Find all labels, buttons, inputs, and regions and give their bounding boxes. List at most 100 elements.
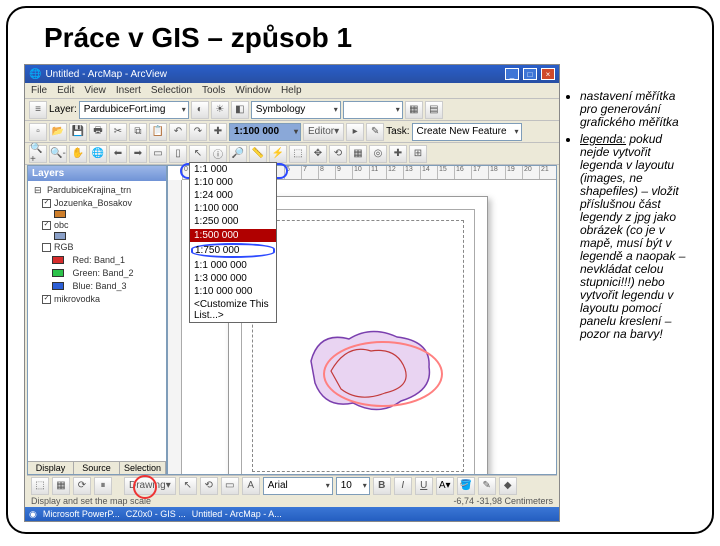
- toc-tab-source[interactable]: Source: [74, 462, 120, 474]
- georef-5[interactable]: ◎: [369, 145, 387, 163]
- layer-item[interactable]: RGB: [42, 241, 164, 253]
- select-features-button[interactable]: ▭: [149, 145, 167, 163]
- edit-tool-button[interactable]: ▸: [346, 123, 364, 141]
- transparency-button[interactable]: ◧: [231, 101, 249, 119]
- layer-combo[interactable]: PardubiceFort.img: [79, 101, 189, 119]
- georef-6[interactable]: ✚: [389, 145, 407, 163]
- menu-insert[interactable]: Insert: [116, 85, 141, 96]
- refresh-button[interactable]: ⟳: [73, 477, 91, 495]
- cut-button[interactable]: ✂: [109, 123, 127, 141]
- menu-window[interactable]: Window: [235, 85, 271, 96]
- font-combo[interactable]: Arial: [263, 477, 333, 495]
- scale-option[interactable]: 1:1 000 000: [190, 259, 276, 272]
- georef-7[interactable]: ⊞: [409, 145, 427, 163]
- open-button[interactable]: 📂: [49, 123, 67, 141]
- scale-option-custom[interactable]: <Customize This List...>: [190, 298, 276, 322]
- pause-draw-button[interactable]: ⏸: [94, 477, 112, 495]
- georef-4[interactable]: ▦: [349, 145, 367, 163]
- symbology-combo[interactable]: Symbology: [251, 101, 341, 119]
- add-data-button[interactable]: ✚: [209, 123, 227, 141]
- map-data-frame[interactable]: [252, 220, 464, 472]
- find-button[interactable]: 🔎: [229, 145, 247, 163]
- sketch-tool-button[interactable]: ✎: [366, 123, 384, 141]
- scale-option-highlighted[interactable]: 1:750 000: [191, 243, 275, 258]
- save-button[interactable]: 💾: [69, 123, 87, 141]
- new-text-tool[interactable]: A: [242, 477, 260, 495]
- layout-view-button[interactable]: ▦: [52, 477, 70, 495]
- next-extent-button[interactable]: ➡: [129, 145, 147, 163]
- new-button[interactable]: ▫: [29, 123, 47, 141]
- editor-button[interactable]: Editor ▾: [303, 123, 344, 141]
- contrast-button[interactable]: ◐: [191, 101, 209, 119]
- layer-checkbox[interactable]: ✓: [42, 199, 51, 208]
- underline-button[interactable]: U: [415, 477, 433, 495]
- scale-dropdown-list[interactable]: 1:1 000 1:10 000 1:24 000 1:100 000 1:25…: [189, 162, 277, 323]
- scale-option[interactable]: 1:500 000: [190, 229, 276, 242]
- menu-edit[interactable]: Edit: [57, 85, 74, 96]
- window-close-button[interactable]: ×: [541, 68, 555, 80]
- paste-button[interactable]: 📋: [149, 123, 167, 141]
- layer-checkbox[interactable]: ✓: [42, 295, 51, 304]
- italic-button[interactable]: I: [394, 477, 412, 495]
- copy-button[interactable]: ⧉: [129, 123, 147, 141]
- select-elements-button[interactable]: ↖: [189, 145, 207, 163]
- toc-tab-selection[interactable]: Selection: [120, 462, 166, 474]
- taskbar-item[interactable]: CZ0x0 - GIS ...: [126, 509, 186, 519]
- menu-selection[interactable]: Selection: [151, 85, 192, 96]
- effects-button[interactable]: ≡: [29, 101, 47, 119]
- task-combo[interactable]: Create New Feature: [412, 123, 522, 141]
- window-minimize-button[interactable]: _: [505, 68, 519, 80]
- identify-button[interactable]: ⓘ: [209, 145, 227, 163]
- full-extent-button[interactable]: 🌐: [89, 145, 107, 163]
- scale-option[interactable]: 1:100 000: [190, 202, 276, 215]
- brightness-button[interactable]: ☀: [211, 101, 229, 119]
- scale-option[interactable]: 1:1 000: [190, 163, 276, 176]
- font-size-combo[interactable]: 10: [336, 477, 370, 495]
- menu-help[interactable]: Help: [281, 85, 302, 96]
- taskbar-item[interactable]: Microsoft PowerP...: [43, 509, 120, 519]
- georef-1[interactable]: ⬚: [289, 145, 307, 163]
- prev-extent-button[interactable]: ⬅: [109, 145, 127, 163]
- start-button[interactable]: ◉: [29, 509, 37, 520]
- data-view-button[interactable]: ⬚: [31, 477, 49, 495]
- scale-option[interactable]: 1:10 000: [190, 176, 276, 189]
- select-elements-tool[interactable]: ↖: [179, 477, 197, 495]
- measure-button[interactable]: 📏: [249, 145, 267, 163]
- fill-color-button[interactable]: 🪣: [457, 477, 475, 495]
- data-frame[interactable]: ⊟ PardubiceKrajina_trn: [34, 184, 164, 196]
- undo-button[interactable]: ↶: [169, 123, 187, 141]
- redo-button[interactable]: ↷: [189, 123, 207, 141]
- marker-color-button[interactable]: ◆: [499, 477, 517, 495]
- clear-selection-button[interactable]: ▯: [169, 145, 187, 163]
- pan-button[interactable]: ✋: [69, 145, 87, 163]
- toc-tab-display[interactable]: Display: [28, 462, 74, 474]
- scale-option[interactable]: 1:3 000 000: [190, 272, 276, 285]
- tool-a[interactable]: ▦: [405, 101, 423, 119]
- layer-item[interactable]: ✓ mikrovodka: [42, 293, 164, 305]
- menu-file[interactable]: File: [31, 85, 47, 96]
- taskbar-item[interactable]: Untitled - ArcMap - A...: [192, 509, 282, 519]
- drawing-menu-button[interactable]: Drawing ▾: [124, 477, 176, 495]
- new-rect-tool[interactable]: ▭: [221, 477, 239, 495]
- scale-option[interactable]: 1:10 000 000: [190, 285, 276, 298]
- scale-option[interactable]: 1:250 000: [190, 215, 276, 228]
- georef-2[interactable]: ✥: [309, 145, 327, 163]
- georef-3[interactable]: ⟲: [329, 145, 347, 163]
- bold-button[interactable]: B: [373, 477, 391, 495]
- window-maximize-button[interactable]: □: [523, 68, 537, 80]
- line-color-button[interactable]: ✎: [478, 477, 496, 495]
- scale-option[interactable]: 1:24 000: [190, 189, 276, 202]
- layer-checkbox[interactable]: [42, 243, 51, 252]
- layer-item[interactable]: ✓ Jozuenka_Bosakov: [42, 197, 164, 209]
- menu-tools[interactable]: Tools: [202, 85, 225, 96]
- layer-field-combo[interactable]: [343, 101, 403, 119]
- hyperlink-button[interactable]: ⚡: [269, 145, 287, 163]
- tool-b[interactable]: ▤: [425, 101, 443, 119]
- map-scale-combo[interactable]: 1:100 000: [229, 123, 301, 141]
- rotate-tool[interactable]: ⟲: [200, 477, 218, 495]
- zoom-out-button[interactable]: 🔍-: [49, 145, 67, 163]
- font-color-button[interactable]: A▾: [436, 477, 454, 495]
- zoom-in-button[interactable]: 🔍+: [29, 145, 47, 163]
- layer-item[interactable]: ✓ obc: [42, 219, 164, 231]
- menu-view[interactable]: View: [84, 85, 106, 96]
